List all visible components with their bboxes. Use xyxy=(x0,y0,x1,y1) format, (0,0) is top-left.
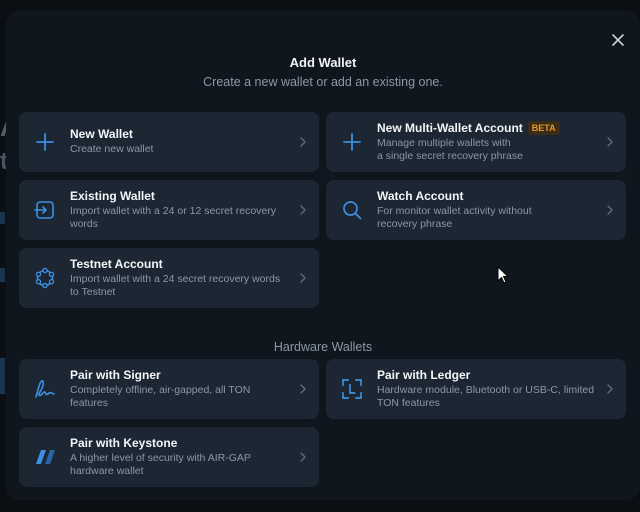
chevron-right-icon xyxy=(607,137,613,147)
new-multi-wallet-option[interactable]: New Multi-Wallet Account BETA Manage mult… xyxy=(326,112,626,172)
option-description: Import wallet with a 24 or 12 secret rec… xyxy=(70,204,277,231)
option-description: Completely offline, air-gapped, all TON f… xyxy=(70,383,251,410)
mouse-cursor-icon xyxy=(497,266,509,284)
plus-icon xyxy=(33,130,57,154)
signer-icon xyxy=(33,377,57,401)
option-title: New Multi-Wallet Account xyxy=(377,120,523,135)
import-icon xyxy=(33,198,57,222)
add-wallet-modal: Add Wallet Create a new wallet or add an… xyxy=(6,10,640,500)
pair-keystone-option[interactable]: Pair with Keystone A higher level of sec… xyxy=(19,427,319,487)
close-button[interactable] xyxy=(608,30,628,50)
option-description: For monitor wallet activity without recov… xyxy=(377,204,532,231)
close-icon xyxy=(612,34,624,46)
option-description: Hardware module, Bluetooth or USB-C, lim… xyxy=(377,383,595,410)
option-title: Existing Wallet xyxy=(70,188,155,203)
option-title: Pair with Signer xyxy=(70,367,161,382)
option-title: Pair with Ledger xyxy=(377,367,471,382)
keystone-icon xyxy=(33,445,57,469)
background-strip xyxy=(0,358,5,394)
pair-ledger-option[interactable]: Pair with Ledger Hardware module, Blueto… xyxy=(326,359,626,419)
option-description: Import wallet with a 24 secret recovery … xyxy=(70,272,281,299)
ledger-icon xyxy=(340,377,364,401)
existing-wallet-option[interactable]: Existing Wallet Import wallet with a 24 … xyxy=(19,180,319,240)
chevron-right-icon xyxy=(300,137,306,147)
plus-icon xyxy=(340,130,364,154)
chevron-right-icon xyxy=(607,384,613,394)
option-description: Manage multiple wallets with a single sec… xyxy=(377,136,523,163)
search-icon xyxy=(340,198,364,222)
chevron-right-icon xyxy=(300,384,306,394)
chevron-right-icon xyxy=(300,273,306,283)
testnet-account-option[interactable]: Testnet Account Import wallet with a 24 … xyxy=(19,248,319,308)
modal-subtitle: Create a new wallet or add an existing o… xyxy=(203,75,443,89)
option-description: A higher level of security with AIR-GAP h… xyxy=(70,451,251,478)
background-strip xyxy=(0,268,5,282)
option-description: Create new wallet xyxy=(70,143,154,156)
chevron-right-icon xyxy=(300,205,306,215)
background-strip xyxy=(0,212,5,224)
testnet-icon xyxy=(33,266,57,290)
hardware-wallets-heading: Hardware Wallets xyxy=(273,340,373,354)
pair-signer-option[interactable]: Pair with Signer Completely offline, air… xyxy=(19,359,319,419)
modal-title: Add Wallet xyxy=(289,55,357,70)
option-title: Watch Account xyxy=(377,188,464,203)
beta-badge: BETA xyxy=(527,121,560,135)
new-wallet-option[interactable]: New Wallet Create new wallet xyxy=(19,112,319,172)
option-title: Testnet Account xyxy=(70,256,163,271)
watch-account-option[interactable]: Watch Account For monitor wallet activit… xyxy=(326,180,626,240)
chevron-right-icon xyxy=(300,452,306,462)
option-title: New Wallet xyxy=(70,127,133,142)
chevron-right-icon xyxy=(607,205,613,215)
option-title: Pair with Keystone xyxy=(70,435,178,450)
